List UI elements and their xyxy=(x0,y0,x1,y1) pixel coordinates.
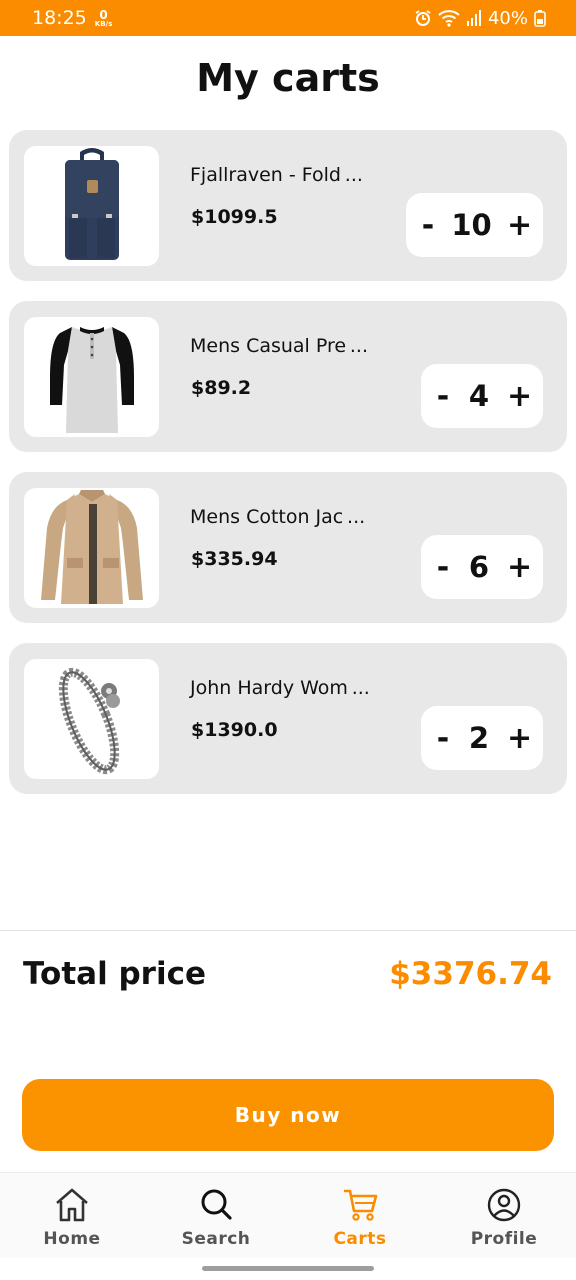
battery-level: 40% xyxy=(487,7,528,29)
product-name[interactable]: Mens Casual Pre ... xyxy=(190,335,368,357)
status-time: 18:25 xyxy=(32,7,87,29)
quantity-value: 10 xyxy=(451,208,492,242)
nav-label-search: Search xyxy=(181,1229,251,1249)
product-image[interactable] xyxy=(24,317,159,437)
alarm-icon xyxy=(414,9,432,27)
nav-item-home[interactable]: Home xyxy=(0,1173,144,1258)
nav-label-profile: Profile xyxy=(470,1229,538,1249)
cart-icon xyxy=(341,1187,379,1227)
home-icon xyxy=(53,1187,91,1227)
cart-item: Mens Cotton Jac ... $335.94 - 6 + xyxy=(9,472,567,623)
quantity-stepper: - 10 + xyxy=(406,193,543,257)
increase-quantity-button[interactable]: + xyxy=(507,379,532,414)
network-speed-unit: KB/s xyxy=(94,19,113,28)
battery-icon xyxy=(534,9,546,27)
total-price-label: Total price xyxy=(23,956,206,992)
product-price: $335.94 xyxy=(191,548,278,570)
product-price: $89.2 xyxy=(191,377,252,399)
network-speed-value: 0 xyxy=(99,7,108,22)
quantity-value: 6 xyxy=(468,550,490,584)
network-speed: 0 KB/s xyxy=(95,9,112,28)
bottom-navigation: Home Search Carts Profile xyxy=(0,1172,576,1258)
nav-label-home: Home xyxy=(43,1229,101,1249)
product-image[interactable] xyxy=(24,488,159,608)
status-bar: 18:25 0 KB/s 40% xyxy=(0,0,576,36)
cart-item: Fjallraven - Fold ... $1099.5 - 10 + xyxy=(9,130,567,281)
product-name[interactable]: Fjallraven - Fold ... xyxy=(190,164,363,186)
increase-quantity-button[interactable]: + xyxy=(507,550,532,585)
quantity-stepper: - 6 + xyxy=(421,535,543,599)
page-title: My carts xyxy=(196,56,380,100)
signal-icon xyxy=(466,9,482,27)
increase-quantity-button[interactable]: + xyxy=(507,721,532,756)
tshirt-image xyxy=(49,327,134,433)
buy-now-button[interactable]: Buy now xyxy=(22,1079,554,1151)
product-name[interactable]: Mens Cotton Jac ... xyxy=(190,506,365,528)
search-icon xyxy=(197,1187,235,1227)
gesture-bar xyxy=(202,1266,374,1271)
decrease-quantity-button[interactable]: - xyxy=(420,208,436,243)
wifi-icon xyxy=(438,9,460,27)
divider xyxy=(0,930,576,931)
product-price: $1099.5 xyxy=(191,206,278,228)
nav-item-search[interactable]: Search xyxy=(144,1173,288,1258)
profile-icon xyxy=(485,1187,523,1227)
quantity-stepper: - 4 + xyxy=(421,364,543,428)
jacket-image xyxy=(40,490,143,604)
nav-item-carts[interactable]: Carts xyxy=(288,1173,432,1258)
quantity-value: 2 xyxy=(468,721,490,755)
product-name[interactable]: John Hardy Wom ... xyxy=(190,677,370,699)
bracelet-image xyxy=(58,667,120,775)
decrease-quantity-button[interactable]: - xyxy=(435,550,451,585)
total-price-value: $3376.74 xyxy=(389,956,552,992)
product-image[interactable] xyxy=(24,146,159,266)
cart-item: Mens Casual Pre ... $89.2 - 4 + xyxy=(9,301,567,452)
nav-item-profile[interactable]: Profile xyxy=(432,1173,576,1258)
increase-quantity-button[interactable]: + xyxy=(507,208,532,243)
nav-label-carts: Carts xyxy=(333,1229,387,1249)
cart-item: John Hardy Wom ... $1390.0 - 2 + xyxy=(9,643,567,794)
decrease-quantity-button[interactable]: - xyxy=(435,379,451,414)
product-price: $1390.0 xyxy=(191,719,278,741)
decrease-quantity-button[interactable]: - xyxy=(435,721,451,756)
backpack-image xyxy=(64,148,119,260)
product-image[interactable] xyxy=(24,659,159,779)
quantity-value: 4 xyxy=(468,379,490,413)
quantity-stepper: - 2 + xyxy=(421,706,543,770)
